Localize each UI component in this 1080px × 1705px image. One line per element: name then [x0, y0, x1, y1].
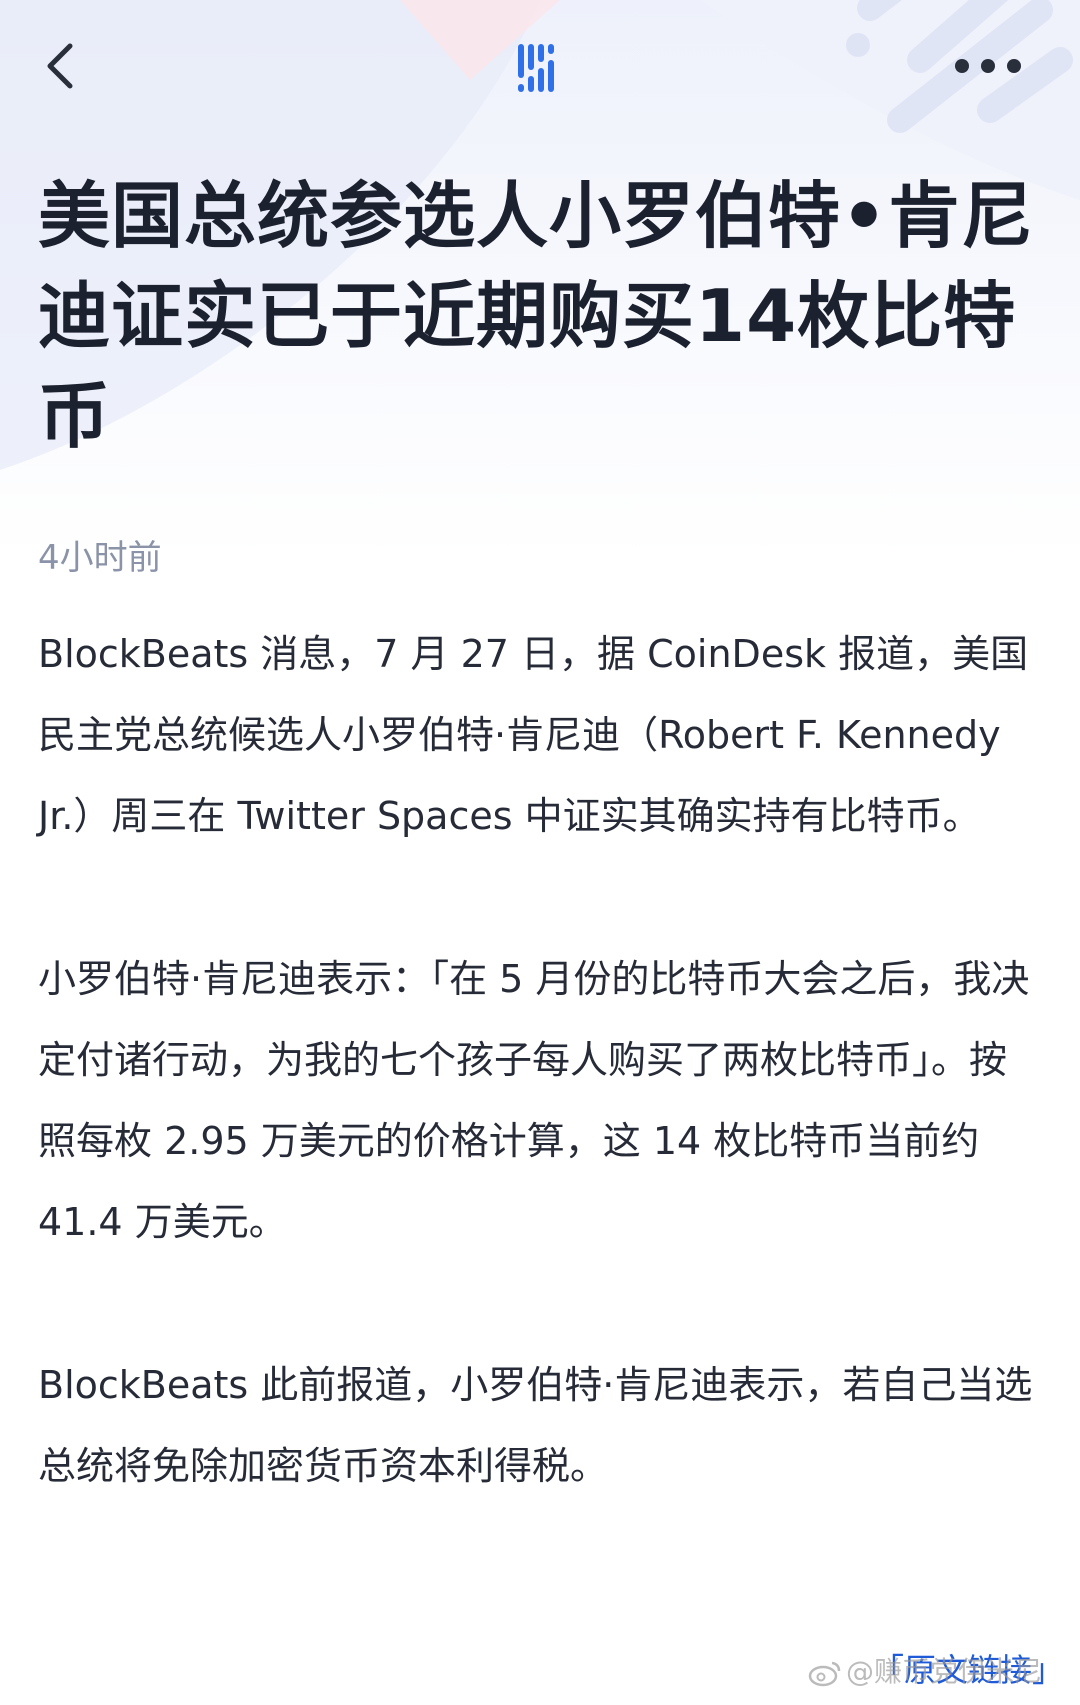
top-navigation-bar — [0, 0, 1080, 140]
article-paragraph: 小罗伯特·肯尼迪表示：「在 5 月份的比特币大会之后，我决定付诸行动，为我的七个… — [38, 957, 1030, 1244]
blockbeats-logo-icon — [518, 38, 560, 98]
watermark-text: @赚币党伊米尼 — [846, 1655, 1043, 1688]
article-title: 美国总统参选人小罗伯特•肯尼迪证实已于近期购买14枚比特币 — [38, 174, 1035, 458]
publish-time: 4小时前 — [38, 538, 162, 578]
weibo-watermark: @赚币党伊米尼 — [808, 1650, 1042, 1690]
weibo-icon — [808, 1661, 841, 1687]
more-options-button[interactable] — [948, 44, 1028, 88]
chevron-left-icon — [47, 43, 73, 89]
back-button[interactable] — [34, 36, 94, 96]
article-paragraph: BlockBeats 消息，7 月 27 日，据 CoinDesk 报道，美国民… — [38, 632, 1029, 838]
article-body: BlockBeats 消息，7 月 27 日，据 CoinDesk 报道，美国民… — [38, 614, 1038, 1507]
article-paragraph: BlockBeats 此前报道，小罗伯特·肯尼迪表示，若自己当选总统将免除加密货… — [38, 1363, 1033, 1488]
ellipsis-icon — [955, 59, 1021, 73]
